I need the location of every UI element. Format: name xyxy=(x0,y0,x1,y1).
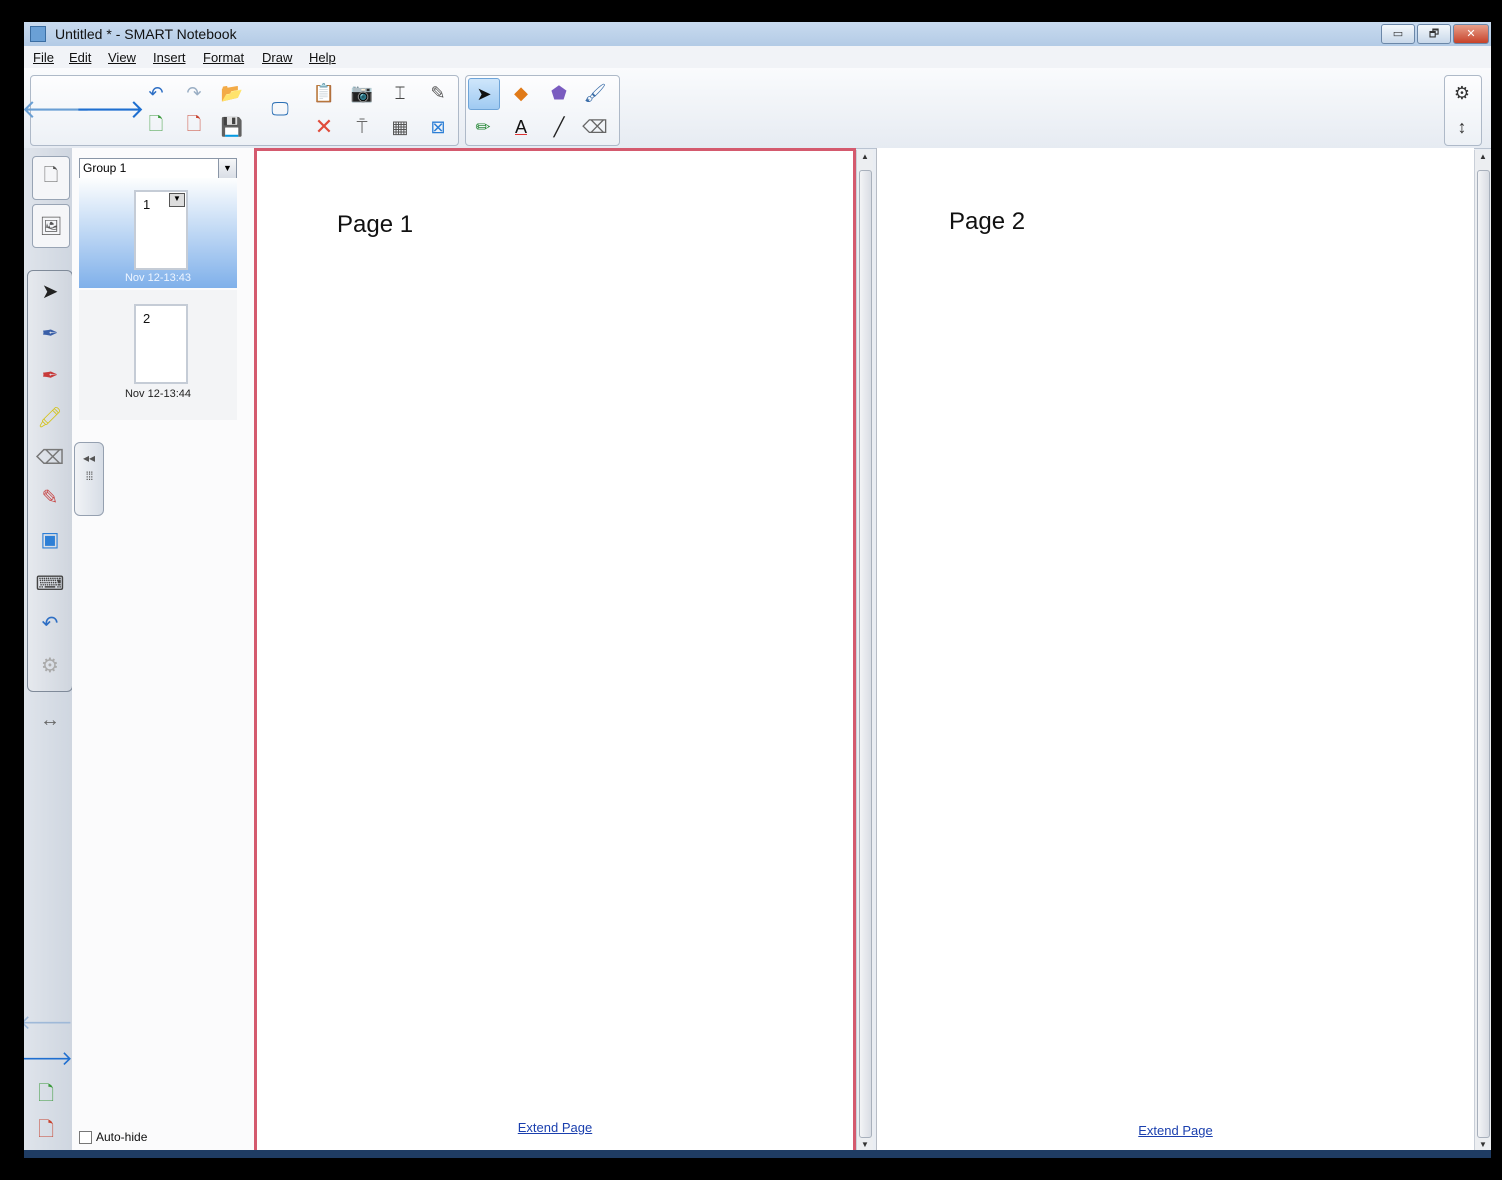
page-thumb-date: Nov 12-13:44 xyxy=(124,388,192,400)
gallery-tab[interactable]: 🖼 xyxy=(32,204,70,248)
page-thumb-date: Nov 12-13:43 xyxy=(124,272,192,284)
floating-tools: ➤ ✒ ✒ 🖍 ⌫ ✎ ▣ ⌨ ↶ ⚙ xyxy=(27,270,73,692)
eraser-icon[interactable]: ⌫ xyxy=(580,112,610,142)
menu-file[interactable]: File xyxy=(33,50,54,65)
toolbar-group-settings: ⚙ ↕ xyxy=(1444,75,1482,146)
collapse-sorter-button[interactable]: ◂◂ ⁞⁞⁞ xyxy=(74,442,104,516)
prev-page-icon[interactable]: 🡐 xyxy=(24,1006,73,1038)
delete-icon[interactable]: ✕ xyxy=(309,112,339,142)
text-tool-icon[interactable]: A xyxy=(506,112,536,142)
smart-notebook-icon xyxy=(30,26,46,42)
page-thumb-number: 2 xyxy=(143,311,151,326)
magic-pen-icon[interactable]: ⬟ xyxy=(544,78,574,108)
settings-side-icon[interactable]: ⚙ xyxy=(34,649,66,681)
insert-text-icon[interactable]: ⌶ xyxy=(385,78,415,108)
add-page-side-icon[interactable]: 🗋 xyxy=(30,1080,62,1112)
drag-handle-icon: ⁞⁞⁞ xyxy=(85,469,93,483)
spell-check-icon[interactable]: ✎ xyxy=(423,78,453,108)
close-button[interactable]: ✕ xyxy=(1453,24,1489,44)
undo-side-icon[interactable]: ↶ xyxy=(34,607,66,639)
magic-pen-side-icon[interactable]: ✎ xyxy=(34,481,66,513)
highlighter-icon[interactable]: 🖍 xyxy=(34,401,66,433)
page-1-canvas[interactable]: Page 1 Extend Page xyxy=(254,148,856,1158)
app-window: Untitled * - SMART Notebook ▭ 🗗 ✕ File E… xyxy=(24,22,1491,1158)
menu-edit[interactable]: Edit xyxy=(69,50,91,65)
page-thumb-preview: 1 ▼ xyxy=(134,190,188,270)
page-sorter: Group 1 ▼ 1 ▼ Nov 12-13:43 2 Nov 12-13:4… xyxy=(72,148,254,1158)
page-title[interactable]: Page 1 xyxy=(337,211,413,239)
page-thumb-preview: 2 xyxy=(134,304,188,384)
forward-icon[interactable]: 🡒 xyxy=(75,94,145,124)
minimize-button[interactable]: ▭ xyxy=(1381,24,1415,44)
thumb-menu-icon[interactable]: ▼ xyxy=(169,193,185,207)
table-icon[interactable]: ▦ xyxy=(385,112,415,142)
page-1-scrollbar[interactable]: ▲ ▼ xyxy=(856,150,873,1156)
fill-icon[interactable]: 🖌 xyxy=(580,78,610,108)
line-icon[interactable]: ╱ xyxy=(544,112,574,142)
menu-help[interactable]: Help xyxy=(309,50,336,65)
pens-icon[interactable]: ✏ xyxy=(468,112,498,142)
scroll-thumb[interactable] xyxy=(1477,170,1490,1138)
group-select[interactable]: Group 1 ▼ xyxy=(79,158,237,179)
taskbar-strip xyxy=(24,1150,1491,1158)
menu-insert[interactable]: Insert xyxy=(153,50,186,65)
delete-page-side-icon[interactable]: 🗋 xyxy=(30,1116,62,1148)
keyboard-icon[interactable]: ⌨ xyxy=(34,567,66,599)
scroll-up-icon[interactable]: ▲ xyxy=(1475,152,1491,166)
group-select-value: Group 1 xyxy=(83,161,127,175)
add-page-icon[interactable]: 🗋 xyxy=(141,112,171,142)
screen-shade-icon[interactable]: ⍑ xyxy=(347,112,377,142)
gear-icon[interactable]: ⚙ xyxy=(1447,78,1477,108)
menu-view[interactable]: View xyxy=(108,50,136,65)
menu-bar: File Edit View Insert Format Draw Help xyxy=(24,46,1491,68)
toolbar-group-tools: ➤ ◆ ⬟ 🖌 ✏ A ╱ ⌫ xyxy=(465,75,620,146)
page-thumbnail-2[interactable]: 2 Nov 12-13:44 xyxy=(79,290,237,420)
extend-page-link[interactable]: Extend Page xyxy=(877,1123,1474,1138)
back-icon[interactable]: 🡐 xyxy=(24,94,91,124)
paste-icon[interactable]: 📋 xyxy=(309,78,339,108)
checkbox-box[interactable] xyxy=(79,1131,92,1145)
select-pointer-icon[interactable]: ➤ xyxy=(468,78,500,110)
select-icon[interactable]: ➤ xyxy=(34,275,66,307)
scroll-up-icon[interactable]: ▲ xyxy=(857,152,873,166)
page-sorter-tab[interactable]: 🗋 xyxy=(32,156,70,200)
toolbar-group-main: 🡐 🡒 ↶ ↷ 📂 🗋 🗋 💾 🖵 📋 ✕ 📷 ⍑ ⌶ ▦ ✎ ⊠ xyxy=(24,75,459,146)
move-toolbar-icon[interactable]: ↕ xyxy=(1447,112,1477,142)
window-title: Untitled * - SMART Notebook xyxy=(55,26,237,42)
scroll-thumb[interactable] xyxy=(859,170,872,1138)
screen-capture-icon[interactable]: 📷 xyxy=(347,78,377,108)
restore-button[interactable]: 🗗 xyxy=(1417,24,1451,44)
page-2-scrollbar[interactable]: ▲ ▼ xyxy=(1474,150,1491,1156)
folder-open-icon[interactable]: 📂 xyxy=(217,78,247,108)
save-icon[interactable]: 💾 xyxy=(217,112,247,142)
red-pen-icon[interactable]: ✒ xyxy=(34,359,66,391)
page-thumb-number: 1 xyxy=(143,197,151,212)
chevron-down-icon[interactable]: ▼ xyxy=(218,159,236,178)
display-screen-icon[interactable]: 🖵 xyxy=(265,94,295,124)
expand-width-icon[interactable]: ↔ xyxy=(34,704,66,736)
extend-page-link[interactable]: Extend Page xyxy=(257,1120,853,1135)
redo-icon[interactable]: ↷ xyxy=(179,78,209,108)
autohide-label: Auto-hide xyxy=(96,1130,148,1144)
pen-icon[interactable]: ✒ xyxy=(34,317,66,349)
undo-icon[interactable]: ↶ xyxy=(141,78,171,108)
page-2-canvas[interactable]: Page 2 Extend Page xyxy=(876,148,1474,1158)
main-toolbar: 🡐 🡒 ↶ ↷ 📂 🗋 🗋 💾 🖵 📋 ✕ 📷 ⍑ ⌶ ▦ ✎ ⊠ ➤ ◆ ⬟ … xyxy=(24,68,1491,149)
menu-format[interactable]: Format xyxy=(203,50,244,65)
eraser-side-icon[interactable]: ⌫ xyxy=(34,441,66,473)
delete-page-icon[interactable]: 🗋 xyxy=(179,112,209,142)
fullscreen-icon[interactable]: ⊠ xyxy=(423,112,453,142)
notebook-icon[interactable]: ▣ xyxy=(34,523,66,555)
next-page-icon[interactable]: 🡒 xyxy=(24,1042,73,1074)
menu-draw[interactable]: Draw xyxy=(262,50,292,65)
title-bar[interactable]: Untitled * - SMART Notebook ▭ 🗗 ✕ xyxy=(24,22,1491,46)
page-thumbnail-1[interactable]: 1 ▼ Nov 12-13:43 xyxy=(79,178,237,288)
double-chevron-left-icon: ◂◂ xyxy=(82,451,96,465)
autohide-checkbox[interactable]: Auto-hide xyxy=(79,1130,148,1145)
shapes-icon[interactable]: ◆ xyxy=(506,78,536,108)
page-title[interactable]: Page 2 xyxy=(949,208,1025,236)
